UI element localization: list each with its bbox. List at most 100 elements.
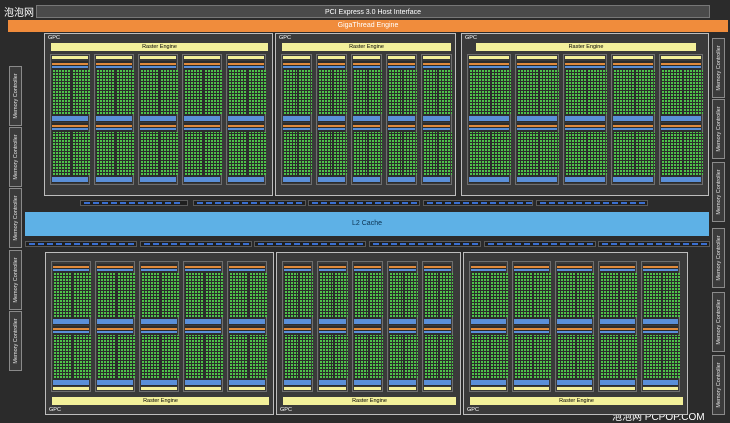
sm-scheduler [228,63,264,65]
polymorph-engine [53,387,89,390]
sm-dispatch [423,127,450,130]
cuda-cores [539,70,559,114]
memory-controller-label: Memory Controller [715,169,722,215]
memory-controller-label: Memory Controller [12,73,19,119]
cuda-cores [635,131,655,175]
bus-lane [348,202,354,204]
cuda-cores [285,334,298,378]
gigathread-engine: GigaThread Engine [8,20,728,32]
tpc [515,54,559,185]
cuda-cores [334,131,347,175]
tpc [226,54,266,185]
bus-lane [267,243,273,245]
sm-cache [229,320,265,324]
sm-scheduler [613,63,653,65]
tpc [139,261,179,392]
bus-lane [101,243,107,245]
sm-cache [661,179,701,182]
bus-lane [701,243,707,245]
cuda-cores [319,131,332,175]
sm-scheduler [469,124,509,127]
cuda-cores [73,334,91,378]
sm-scheduler [283,63,310,65]
cuda-cores [558,334,575,378]
bus-lane [224,202,230,204]
gpc-label: GPC [280,407,292,413]
bus-lane [578,243,584,245]
bus-lane [128,243,134,245]
sm-block [423,122,452,183]
cuda-cores [116,131,134,175]
gpc: GPC Raster Engine [276,252,461,415]
sm-block [643,264,680,325]
cuda-cores [566,131,586,175]
sm-cache [283,179,310,182]
sm-cache [353,117,380,121]
raster-engine: Raster Engine [283,397,456,405]
bus-lane [445,243,451,245]
sm-dispatch [53,330,89,333]
sm-scheduler [52,63,88,65]
polymorph-engine [141,387,177,390]
sm-cache [643,382,678,385]
bus-segment [308,200,420,206]
cuda-cores [389,131,402,175]
tpc [282,261,313,392]
bus-lane [321,243,327,245]
polymorph-engine [388,56,415,59]
cuda-cores [334,70,347,114]
bus-lane [454,243,460,245]
sm-scheduler [53,327,89,330]
sm-cache [471,320,506,324]
sm-block [661,122,703,183]
sm-scheduler [423,63,450,65]
sm-dispatch [469,66,509,68]
bus-lane [56,243,62,245]
bus-lane [215,202,221,204]
sm-block [96,61,134,122]
raster-engine: Raster Engine [470,397,683,405]
sm-cache [423,179,450,182]
sm-cache [283,117,310,121]
sm-scheduler [613,124,653,127]
cuda-cores [285,273,298,317]
sm-cache [53,320,89,324]
cuda-cores [205,273,223,317]
sm-cache [514,382,549,385]
polymorph-engine [229,387,265,390]
bus-segment [369,241,481,247]
sm-cache [565,179,605,182]
bus-lane [285,243,291,245]
sm-cache [53,382,89,385]
polymorph-engine [517,56,557,59]
cuda-cores [577,273,594,317]
sm-dispatch [388,66,415,68]
sm-dispatch [229,269,265,271]
bus-lane [269,202,275,204]
cuda-cores [354,131,367,175]
bus-lane [147,202,153,204]
cuda-cores [440,273,453,317]
polymorph-engine [600,387,635,390]
memory-controller-label: Memory Controller [715,45,722,91]
tpc [51,261,91,392]
bus-lane [533,243,539,245]
bus-segment [423,200,533,206]
bus-lane [138,202,144,204]
gpc-label: GPC [465,35,477,41]
bus-lane [206,202,212,204]
memory-controller: Memory Controller [712,228,725,288]
sm-scheduler [229,327,265,330]
sm-block [185,325,223,386]
sm-dispatch [96,127,132,130]
sm-dispatch [424,330,451,333]
sm-dispatch [318,127,345,130]
sm-scheduler [141,327,177,330]
cuda-cores [518,70,538,114]
bus-lane [65,243,71,245]
bus-lane [234,243,240,245]
cuda-cores [683,70,703,114]
cuda-cores [355,334,368,378]
sm-scheduler [565,124,605,127]
tpc [512,261,551,392]
